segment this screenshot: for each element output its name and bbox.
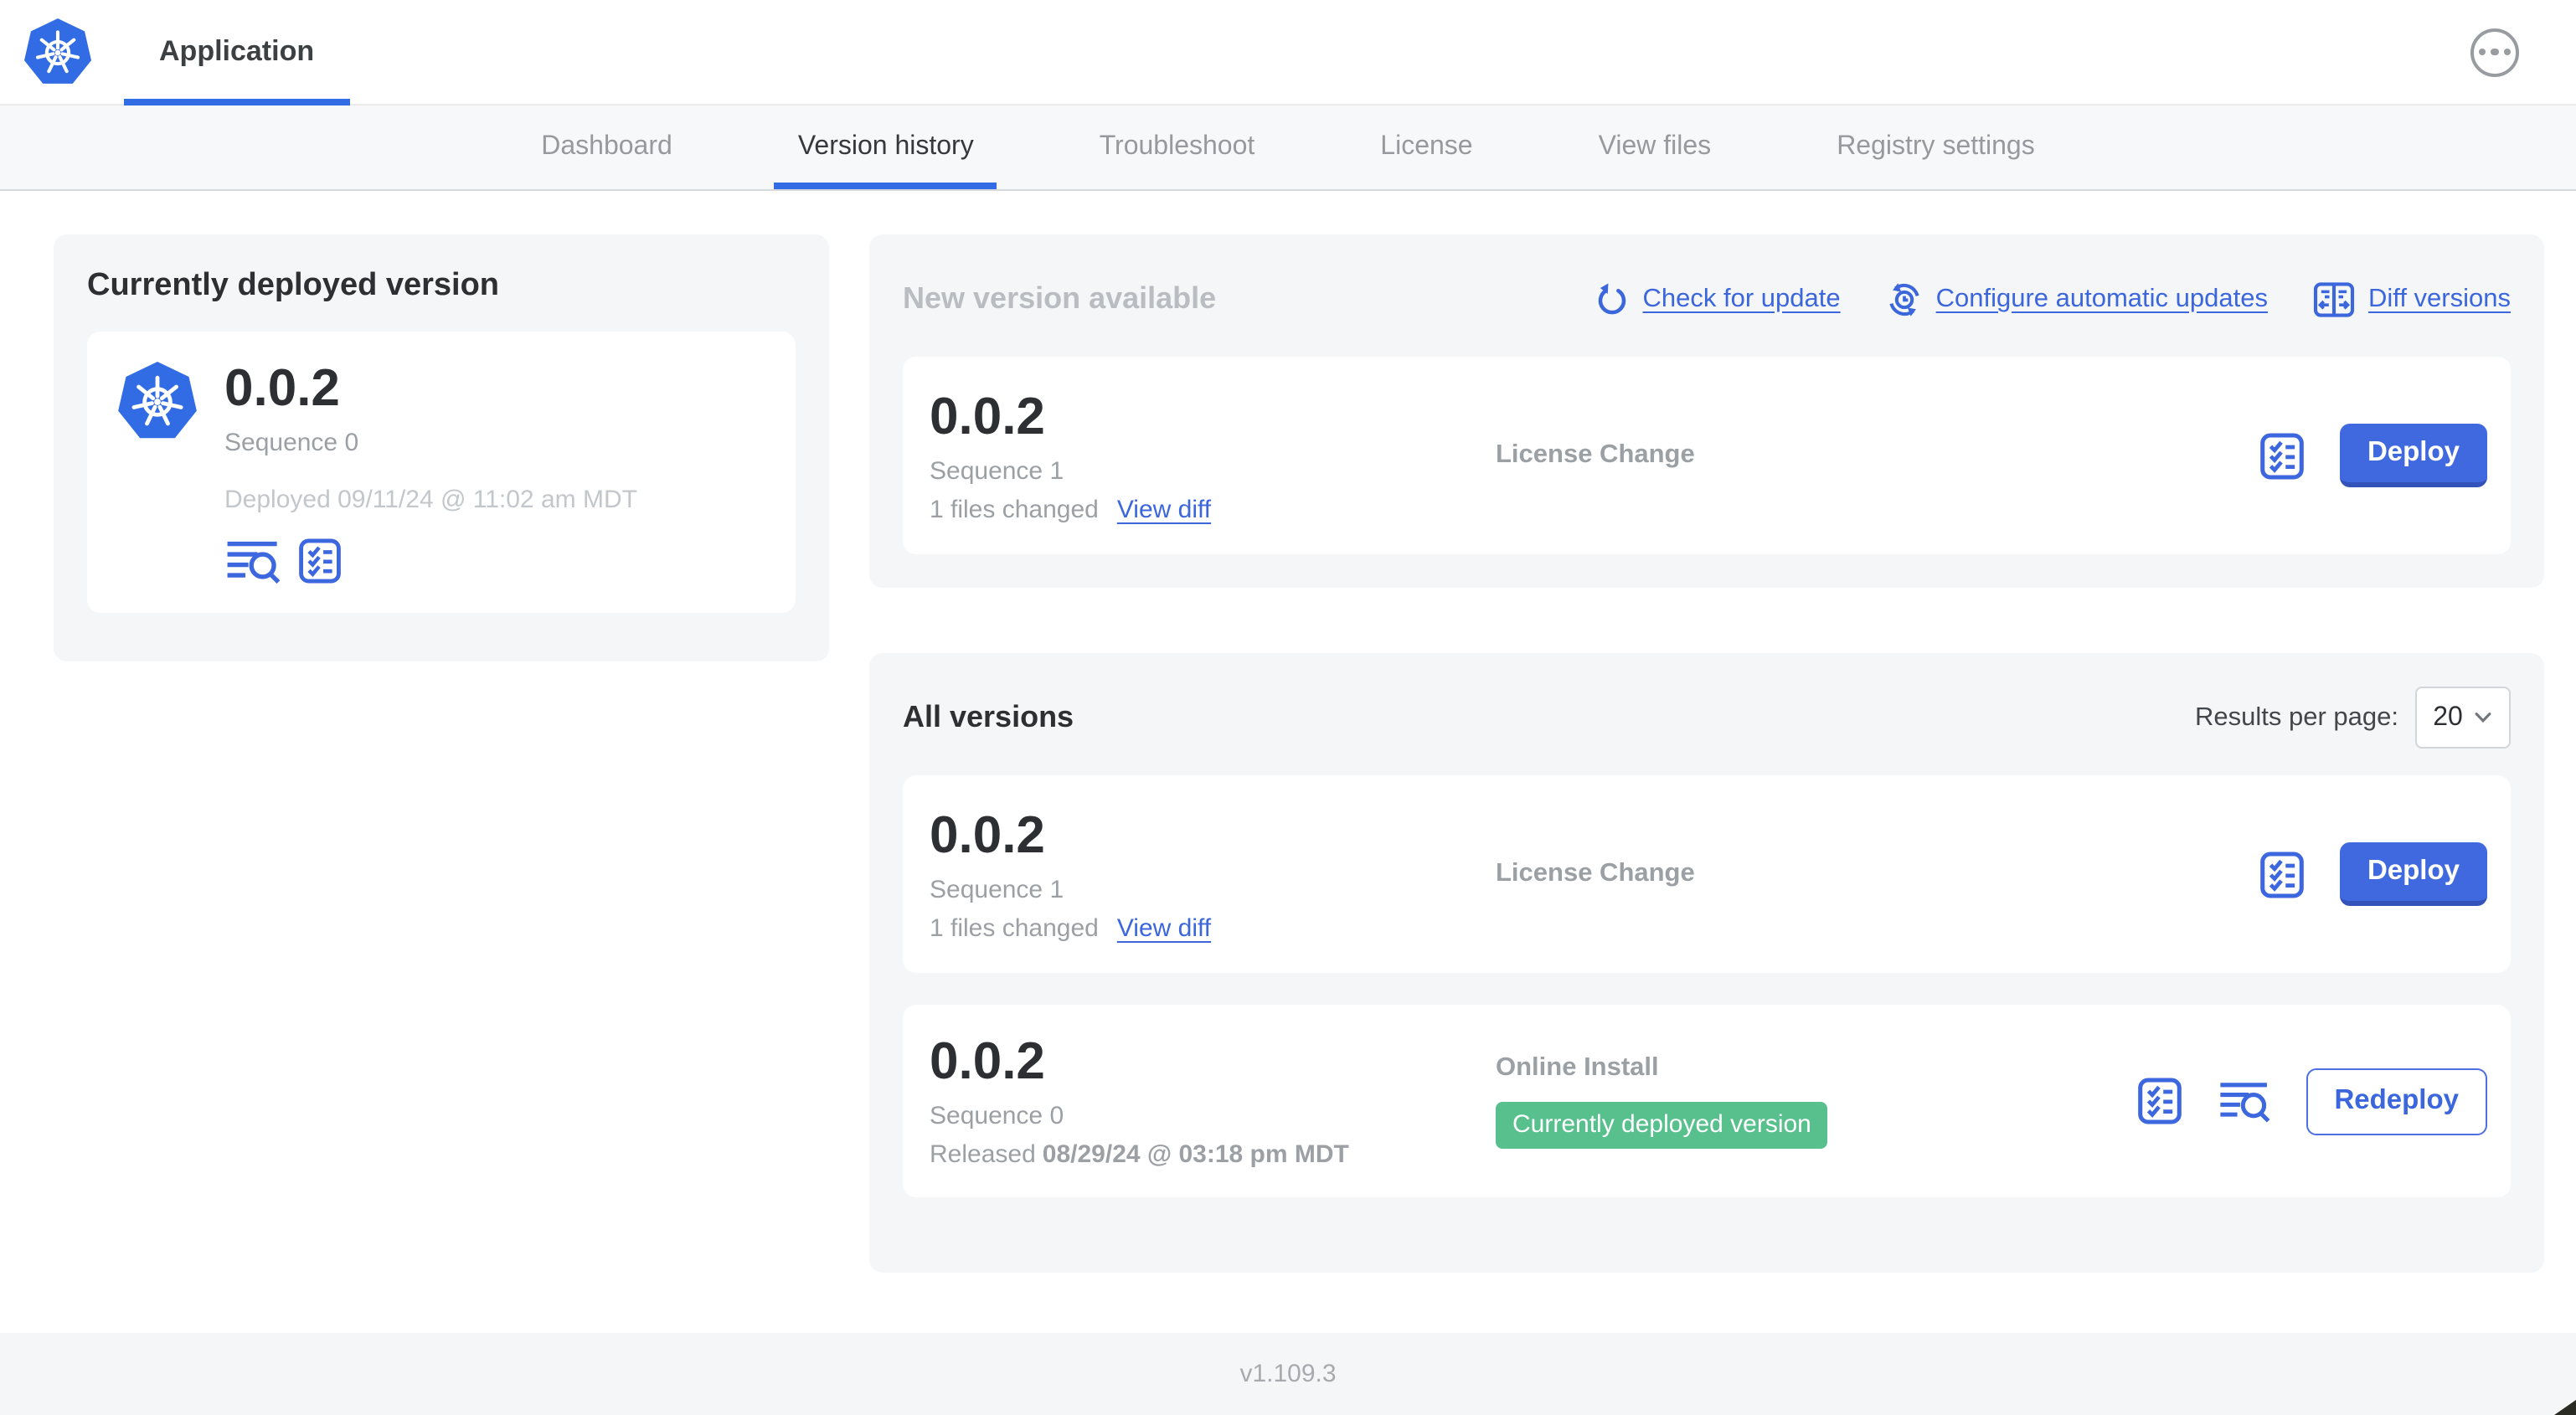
- deploy-button[interactable]: Deploy: [2340, 842, 2487, 906]
- console-version: v1.109.3: [1239, 1360, 1337, 1388]
- configure-automatic-updates-link[interactable]: Configure automatic updates: [1886, 280, 2268, 317]
- version-row-current: 0.0.2 Sequence 0 Released 08/29/24 @ 03:1…: [903, 1005, 2511, 1197]
- preflight-checklist-icon: [298, 538, 342, 584]
- version-source: License Change: [1496, 440, 1695, 469]
- version-sequence: Sequence 0: [930, 1102, 1064, 1130]
- preflight-checks-button[interactable]: [2259, 431, 2305, 480]
- diff-versions-link[interactable]: Diff versions: [2313, 280, 2511, 317]
- tab-dashboard[interactable]: Dashboard: [518, 105, 696, 189]
- ellipsis-menu-icon: [2478, 48, 2486, 56]
- preflight-checklist-icon: [2259, 850, 2305, 898]
- version-sequence: Sequence 1: [930, 456, 1064, 485]
- tab-registry-settings[interactable]: Registry settings: [1813, 105, 2058, 189]
- tab-view-files[interactable]: View files: [1575, 105, 1735, 189]
- all-versions-panel: All versions Results per page: 20 0.0.2 …: [869, 653, 2544, 1273]
- version-source: Online Install: [1496, 1053, 1659, 1082]
- deploy-button[interactable]: Deploy: [2340, 424, 2487, 487]
- cursor-artifact: [2554, 1400, 2576, 1415]
- currently-deployed-card: 0.0.2 Sequence 0 Deployed 09/11/24 @ 11:…: [87, 332, 796, 613]
- preflight-checks-button[interactable]: [2259, 850, 2305, 898]
- version-source: License Change: [1496, 859, 1695, 888]
- app-tab[interactable]: Application: [124, 0, 349, 105]
- preflight-checklist-icon: [2136, 1077, 2182, 1125]
- diff-columns-icon: [2313, 280, 2355, 317]
- app-window: Application Dashboard Version history Tr…: [0, 0, 2576, 1415]
- refresh-icon: [1595, 281, 1630, 316]
- view-logs-icon: [224, 538, 281, 584]
- preflight-checks-button[interactable]: [2136, 1077, 2182, 1125]
- currently-deployed-title: Currently deployed version: [87, 268, 500, 303]
- versions-column: New version available Check for update C…: [869, 234, 2544, 1273]
- preflight-checklist-icon: [2259, 431, 2305, 480]
- view-logs-button[interactable]: [224, 538, 281, 584]
- app-header: Application: [0, 0, 2576, 105]
- app-footer: v1.109.3: [0, 1333, 2576, 1415]
- version-sequence: Sequence 1: [930, 875, 1064, 903]
- kubernetes-app-icon: [117, 360, 198, 444]
- view-diff-link[interactable]: View diff: [1117, 495, 1211, 523]
- view-logs-button[interactable]: [2217, 1079, 2270, 1123]
- chevron-down-icon: [2475, 712, 2493, 723]
- preflight-checks-button[interactable]: [298, 538, 342, 584]
- version-number: 0.0.2: [930, 805, 1045, 863]
- view-diff-link[interactable]: View diff: [1117, 913, 1211, 942]
- new-version-title: New version available: [903, 281, 1217, 315]
- files-changed: 1 files changed: [930, 495, 1099, 523]
- view-logs-icon: [2217, 1079, 2270, 1123]
- version-number: 0.0.2: [930, 386, 1045, 445]
- main-content: Currently deployed version 0.0.2 Sequenc…: [0, 191, 2576, 1333]
- check-for-update-link[interactable]: Check for update: [1595, 281, 1841, 316]
- released-prefix: Released: [930, 1140, 1036, 1169]
- version-number: 0.0.2: [930, 1032, 1045, 1090]
- tab-version-history[interactable]: Version history: [775, 105, 997, 189]
- new-version-panel: New version available Check for update C…: [869, 234, 2544, 588]
- app-tab-label: Application: [159, 35, 315, 67]
- redeploy-button[interactable]: Redeploy: [2306, 1068, 2487, 1135]
- deployed-sequence: Sequence 0: [224, 429, 359, 457]
- overflow-menu-button[interactable]: [2470, 28, 2519, 76]
- version-row-1: 0.0.2 Sequence 1 1 files changed View di…: [903, 775, 2511, 973]
- results-per-page-select[interactable]: 20: [2415, 687, 2511, 749]
- deployed-timestamp: Deployed 09/11/24 @ 11:02 am MDT: [224, 486, 637, 514]
- all-versions-title: All versions: [903, 700, 1074, 733]
- auto-update-clock-icon: [1886, 280, 1923, 317]
- deployed-version-number: 0.0.2: [224, 358, 340, 417]
- tab-license[interactable]: License: [1357, 105, 1496, 189]
- kubernetes-logo-icon: [23, 16, 92, 88]
- tab-troubleshoot[interactable]: Troubleshoot: [1076, 105, 1279, 189]
- currently-deployed-badge: Currently deployed version: [1496, 1102, 1828, 1149]
- currently-deployed-panel: Currently deployed version 0.0.2 Sequenc…: [54, 234, 829, 661]
- files-changed: 1 files changed: [930, 913, 1099, 942]
- version-row-available: 0.0.2 Sequence 1 1 files changed View di…: [903, 357, 2511, 554]
- results-per-page-label: Results per page:: [2195, 702, 2398, 731]
- section-nav: Dashboard Version history Troubleshoot L…: [0, 105, 2576, 191]
- released-date: 08/29/24 @ 03:18 pm MDT: [1042, 1140, 1349, 1169]
